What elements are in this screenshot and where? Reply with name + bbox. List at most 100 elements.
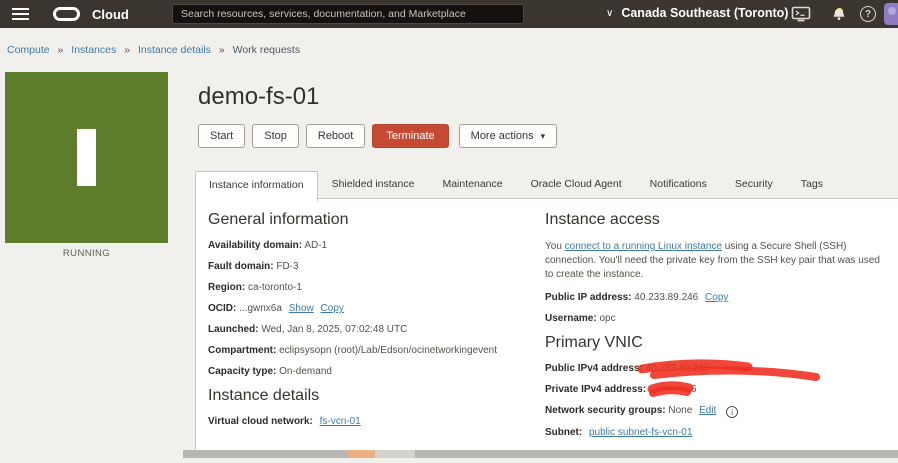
menu-icon[interactable] [12, 8, 29, 20]
info-icon[interactable]: i [726, 406, 738, 418]
field-label: Username: [545, 313, 597, 324]
field-value: Wed, Jan 8, 2025, 07:02:48 UTC [261, 324, 407, 335]
field-username: Username: opc [545, 313, 887, 325]
breadcrumb-separator-icon: » [58, 44, 64, 56]
info-glyph: i [731, 408, 733, 417]
field-label: Public IP address: [545, 292, 632, 303]
ssh-intro-text: You connect to a running Linux instance … [545, 240, 887, 282]
field-label: OCID: [208, 303, 236, 314]
breadcrumb-compute[interactable]: Compute [7, 44, 50, 56]
breadcrumb-separator-icon: » [124, 44, 130, 56]
tab-notifications[interactable]: Notifications [636, 171, 721, 199]
tab-oracle-cloud-agent[interactable]: Oracle Cloud Agent [517, 171, 636, 199]
user-avatar[interactable] [884, 3, 898, 25]
action-buttons: Start Stop Reboot Terminate More actions… [198, 124, 557, 148]
tab-instance-information[interactable]: Instance information [195, 171, 318, 201]
primary-vnic-heading: Primary VNIC [545, 334, 887, 352]
field-value: On-demand [279, 366, 332, 377]
help-glyph: ? [865, 9, 871, 20]
more-actions-button[interactable]: More actions ▾ [459, 124, 558, 148]
field-value: 40.233.89.246 [646, 363, 710, 374]
field-label: Capacity type: [208, 366, 276, 377]
field-region: Region: ca-toronto-1 [208, 282, 548, 294]
tab-tags[interactable]: Tags [787, 171, 837, 199]
terminate-button[interactable]: Terminate [372, 124, 448, 148]
field-public-ipv4-address: Public IPv4 address: 40.233.89.246 [545, 363, 887, 375]
copy-public-ip-link[interactable]: Copy [705, 292, 728, 303]
page-title: demo-fs-01 [198, 83, 319, 111]
instance-access-section: Instance access You connect to a running… [545, 211, 887, 448]
tab-security[interactable]: Security [721, 171, 787, 199]
field-launched: Launched: Wed, Jan 8, 2025, 07:02:48 UTC [208, 324, 548, 336]
field-subnet: Subnet: public subnet-fs-vcn-01 [545, 427, 887, 439]
status-label: RUNNING [5, 248, 168, 259]
field-value: FD-3 [276, 261, 298, 272]
breadcrumb-instance-details[interactable]: Instance details [138, 44, 211, 56]
field-label: Subnet: [545, 427, 582, 438]
brand-label: Cloud [92, 7, 129, 22]
field-value: 40.233.89.246 [634, 292, 698, 303]
instance-state-icon [5, 72, 168, 243]
oci-console: Cloud ∨ Canada Southeast (Toronto) ? Com… [0, 0, 898, 463]
instance-glyph [77, 129, 96, 186]
scrollbar-segment [375, 450, 415, 458]
field-label: Virtual cloud network: [208, 416, 313, 427]
field-label: Fault domain: [208, 261, 274, 272]
general-information-section: General information Availability domain:… [208, 211, 548, 437]
ocid-copy-link[interactable]: Copy [321, 303, 344, 314]
field-value: ca-toronto-1 [248, 282, 302, 293]
help-icon[interactable]: ? [860, 6, 876, 22]
scrollbar-segment [348, 450, 375, 458]
cloud-shell-icon[interactable] [791, 6, 811, 23]
field-label: Public IPv4 address: [545, 363, 643, 374]
edit-nsg-link[interactable]: Edit [699, 405, 716, 416]
ocid-show-link[interactable]: Show [289, 303, 314, 314]
redaction-scribble [649, 384, 691, 395]
more-actions-label: More actions [471, 130, 534, 142]
general-information-heading: General information [208, 211, 548, 229]
field-private-ipv4-address: Private IPv4 address: 6 [545, 384, 887, 396]
region-label: Canada Southeast (Toronto) [621, 6, 788, 20]
breadcrumb-work-requests[interactable]: Work requests [233, 44, 301, 56]
field-label: Private IPv4 address: [545, 384, 646, 395]
tab-maintenance[interactable]: Maintenance [428, 171, 516, 199]
announcements-bell-icon[interactable] [829, 6, 849, 23]
instance-access-heading: Instance access [545, 211, 887, 229]
connect-linux-instance-link[interactable]: connect to a running Linux instance [565, 241, 722, 252]
stop-button[interactable]: Stop [252, 124, 299, 148]
breadcrumb-separator-icon: » [219, 44, 225, 56]
intro-prefix: You [545, 241, 562, 252]
field-value: AD-1 [304, 240, 327, 251]
field-label: Launched: [208, 324, 259, 335]
field-compartment: Compartment: eclipsysopn (root)/Lab/Edso… [208, 345, 548, 357]
field-value: ...gwnx6a [239, 303, 282, 314]
vcn-link[interactable]: fs-vcn-01 [320, 416, 361, 427]
breadcrumb-instances[interactable]: Instances [71, 44, 116, 56]
start-button[interactable]: Start [198, 124, 245, 148]
reboot-button[interactable]: Reboot [306, 124, 365, 148]
field-availability-domain: Availability domain: AD-1 [208, 240, 548, 252]
caret-down-icon: ▾ [541, 131, 546, 141]
tab-shielded-instance[interactable]: Shielded instance [318, 171, 429, 199]
oracle-logo [53, 7, 80, 21]
tab-bar: Instance information Shielded instance M… [195, 171, 837, 199]
subnet-link[interactable]: public subnet-fs-vcn-01 [589, 427, 692, 438]
field-value: eclipsysopn (root)/Lab/Edson/ocinetworki… [279, 345, 497, 356]
field-label: Region: [208, 282, 245, 293]
field-value: 6 [691, 384, 697, 395]
horizontal-scrollbar[interactable] [183, 450, 898, 458]
field-label: Compartment: [208, 345, 276, 356]
field-label: Network security groups: [545, 405, 666, 416]
field-network-security-groups: Network security groups: None Edit i [545, 405, 887, 418]
chevron-down-icon: ∨ [606, 8, 613, 19]
field-capacity-type: Capacity type: On-demand [208, 366, 548, 378]
field-value: opc [599, 313, 615, 324]
field-virtual-cloud-network: Virtual cloud network: fs-vcn-01 [208, 416, 548, 428]
field-fault-domain: Fault domain: FD-3 [208, 261, 548, 273]
field-public-ip-address: Public IP address: 40.233.89.246 Copy [545, 292, 887, 304]
region-selector[interactable]: ∨ Canada Southeast (Toronto) [606, 6, 788, 20]
breadcrumb: Compute » Instances » Instance details »… [7, 44, 300, 56]
search-input[interactable] [172, 4, 524, 24]
field-label: Availability domain: [208, 240, 302, 251]
instance-details-heading: Instance details [208, 387, 548, 405]
